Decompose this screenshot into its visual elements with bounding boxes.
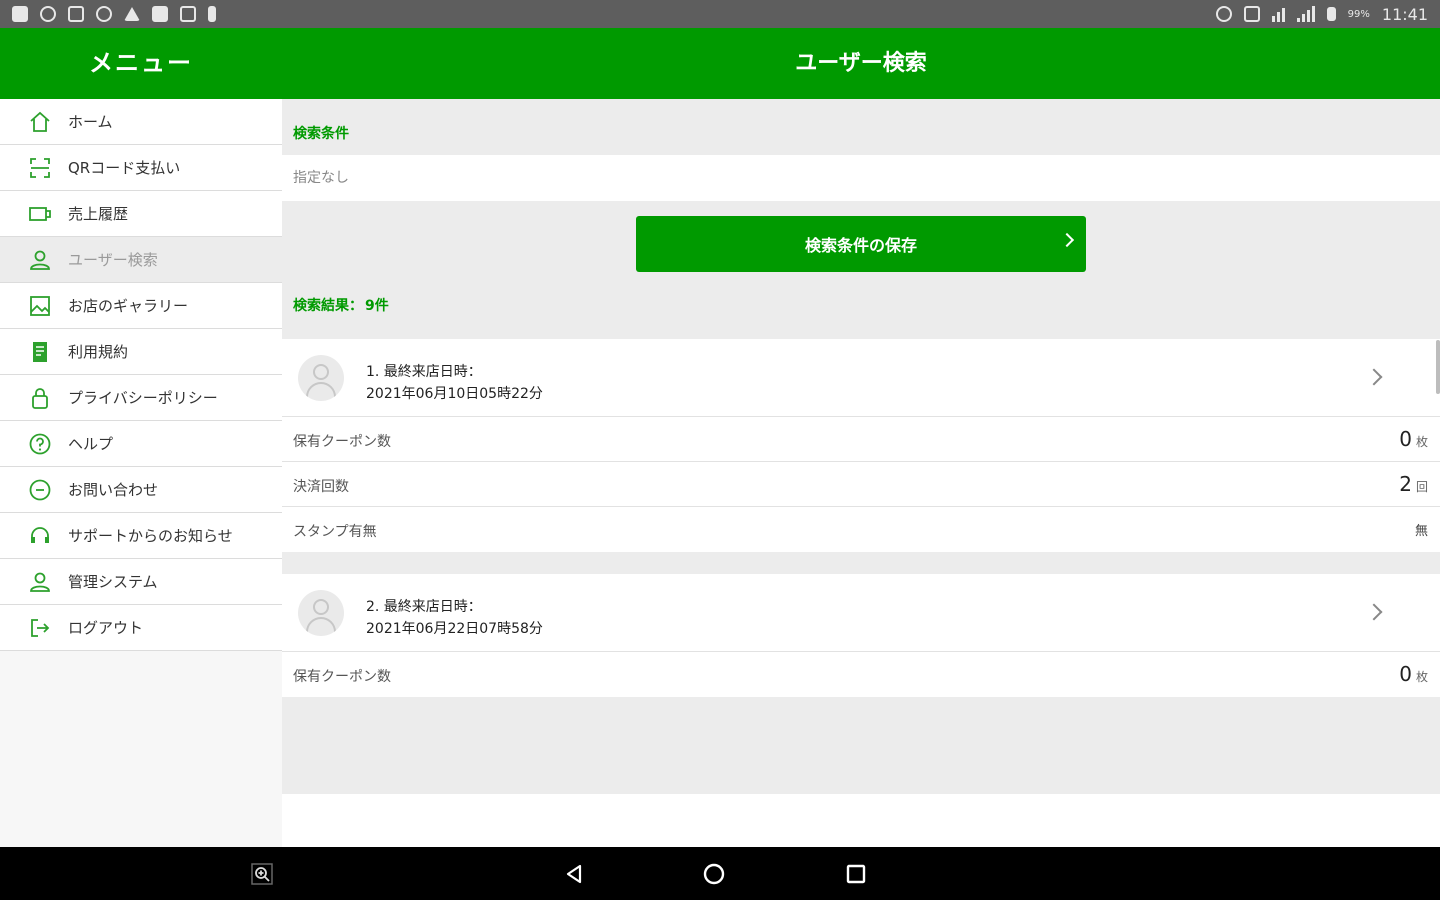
sales-history-icon: [28, 202, 52, 226]
row-value: 0枚: [1399, 427, 1428, 451]
sidebar-item-label: お問い合わせ: [68, 481, 159, 499]
main-content: 検索条件 指定なし 検索条件の保存 検索結果： 9件 1. 最終来店日時： 202…: [282, 99, 1440, 847]
sidebar-item-gallery[interactable]: お店のギャラリー: [0, 283, 282, 329]
row-label: 保有クーポン数: [293, 669, 391, 685]
sidebar-item-help[interactable]: ヘルプ: [0, 421, 282, 467]
wifi-icon: [1271, 6, 1285, 22]
sidebar-item-label: QRコード支払い: [68, 159, 181, 177]
notification-icon: [96, 6, 112, 22]
result-label: 検索結果：: [293, 298, 363, 314]
sidebar-item-privacy-policy[interactable]: プライバシーポリシー: [0, 375, 282, 421]
row-value: 無: [1414, 524, 1428, 539]
result-card: 1. 最終来店日時： 2021年06月10日05時22分 保有クーポン数 0枚 …: [282, 339, 1440, 552]
result-card-header[interactable]: 2. 最終来店日時： 2021年06月22日07時58分: [282, 574, 1440, 652]
system-status: 99% 11:41: [1215, 4, 1428, 24]
sidebar-item-label: プライバシーポリシー: [68, 389, 218, 407]
sidebar-item-qr-payment[interactable]: QRコード支払い: [0, 145, 282, 191]
sidebar-item-home[interactable]: ホーム: [0, 99, 282, 145]
notification-icon: [40, 6, 56, 22]
result-card-date: 2021年06月22日07時58分: [366, 621, 543, 637]
admin-user-icon: [28, 570, 52, 594]
sidebar-item-label: 売上履歴: [68, 205, 129, 223]
logout-icon: [28, 616, 52, 640]
avatar-icon: [298, 355, 344, 401]
payment-count-row: 決済回数 2回: [282, 462, 1440, 507]
battery-icon: [1326, 7, 1336, 21]
scrollbar[interactable]: [1436, 340, 1440, 394]
menu-title: メニュー: [89, 49, 193, 77]
sidebar-menu: ホーム QRコード支払い 売上履歴 ユーザー検索 お店のギャラリー 利用規約 プ…: [0, 99, 282, 847]
battery-percent: 99%: [1347, 8, 1370, 20]
sidebar-item-label: ヘルプ: [68, 435, 114, 453]
page-title: ユーザー検索: [795, 51, 927, 76]
sidebar-item-sales-history[interactable]: 売上履歴: [0, 191, 282, 237]
sidebar-item-support-news[interactable]: サポートからのお知らせ: [0, 513, 282, 559]
result-card-header[interactable]: 1. 最終来店日時： 2021年06月10日05時22分: [282, 339, 1440, 417]
clock: 11:41: [1381, 4, 1428, 24]
notification-icons: [12, 6, 216, 22]
stamp-row: スタンプ有無 無: [282, 507, 1440, 552]
sidebar-item-label: 管理システム: [68, 573, 158, 591]
document-icon: [28, 340, 52, 364]
chevron-right-icon: [1365, 368, 1383, 386]
result-count: 9件: [365, 298, 389, 314]
result-card: 2. 最終来店日時： 2021年06月22日07時58分 保有クーポン数 0枚: [282, 574, 1440, 697]
row-value: 2回: [1399, 472, 1428, 496]
sidebar-item-label: ホーム: [68, 113, 113, 131]
sidebar-item-label: ログアウト: [68, 619, 144, 637]
chevron-right-icon: [1365, 603, 1383, 621]
sidebar-item-label: 利用規約: [68, 343, 129, 361]
sync-icon: [1215, 6, 1232, 22]
search-condition-value[interactable]: 指定なし: [282, 155, 1440, 201]
system-nav-bar: [0, 847, 1440, 900]
warning-icon: [124, 7, 140, 21]
status-bar: 99% 11:41: [0, 0, 1440, 28]
help-icon: [28, 432, 52, 456]
gallery-icon: [28, 294, 52, 318]
notification-icon: [12, 6, 28, 22]
notification-icon: [208, 6, 216, 22]
sidebar-item-contact[interactable]: お問い合わせ: [0, 467, 282, 513]
sidebar-item-logout[interactable]: ログアウト: [0, 605, 282, 651]
nfc-icon: [1243, 6, 1260, 22]
home-circle-icon[interactable]: [684, 847, 744, 900]
zoom-icon[interactable]: [232, 847, 292, 900]
notification-icon: [152, 6, 168, 22]
row-value: 0枚: [1399, 662, 1428, 686]
back-icon[interactable]: [544, 847, 604, 900]
chevron-right-icon: [1059, 232, 1075, 248]
recent-apps-icon[interactable]: [826, 847, 886, 900]
home-icon: [28, 110, 52, 134]
sidebar-item-label: サポートからのお知らせ: [68, 527, 233, 545]
results-scroll-area[interactable]: 検索条件 指定なし 検索条件の保存 検索結果： 9件 1. 最終来店日時： 202…: [282, 99, 1440, 794]
notification-icon: [180, 6, 196, 22]
coupon-count-row: 保有クーポン数 0枚: [282, 652, 1440, 697]
app-header: メニュー ユーザー検索: [0, 28, 1440, 99]
save-search-condition-button[interactable]: 検索条件の保存: [636, 216, 1086, 272]
save-button-label: 検索条件の保存: [804, 238, 917, 255]
sidebar-item-admin-system[interactable]: 管理システム: [0, 559, 282, 605]
lock-icon: [28, 386, 52, 410]
row-label: スタンプ有無: [293, 524, 377, 540]
search-result-heading: 検索結果： 9件: [282, 287, 1440, 339]
result-card-title: 1. 最終来店日時：: [366, 364, 482, 380]
coupon-count-row: 保有クーポン数 0枚: [282, 417, 1440, 462]
qr-scan-icon: [28, 156, 52, 180]
sidebar-item-terms[interactable]: 利用規約: [0, 329, 282, 375]
headset-icon: [28, 524, 52, 548]
save-button-wrap: 検索条件の保存: [282, 201, 1440, 287]
avatar-icon: [298, 590, 344, 636]
row-label: 保有クーポン数: [293, 434, 391, 450]
search-condition-heading: 検索条件: [293, 126, 349, 142]
row-label: 決済回数: [293, 479, 349, 495]
notification-icon: [68, 6, 84, 22]
sidebar-item-user-search[interactable]: ユーザー検索: [0, 237, 282, 283]
chat-icon: [28, 478, 52, 502]
result-card-date: 2021年06月10日05時22分: [366, 386, 543, 402]
signal-icon: [1296, 6, 1315, 22]
sidebar-item-label: お店のギャラリー: [68, 297, 189, 315]
result-card-title: 2. 最終来店日時：: [366, 599, 482, 615]
sidebar-item-label: ユーザー検索: [68, 251, 158, 269]
user-icon: [28, 248, 52, 272]
